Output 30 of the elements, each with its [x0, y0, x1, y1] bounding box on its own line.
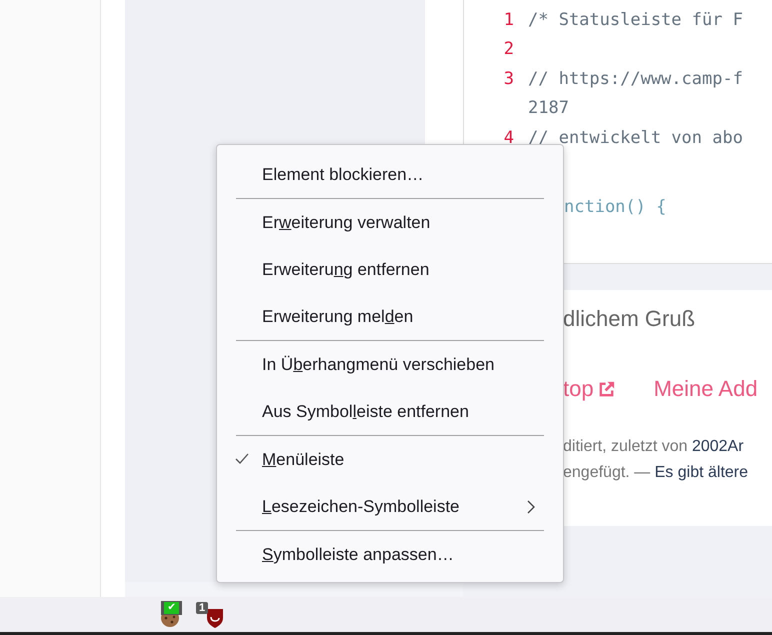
menu-item[interactable]: Symbolleiste anpassen… — [217, 531, 563, 578]
link[interactable]: Es gibt ältere — [654, 464, 748, 481]
line-number: 1 — [504, 10, 514, 30]
code-line: // https://www.camp-f — [528, 68, 743, 89]
line-number: 2 — [504, 39, 514, 60]
status-badge: ✔ — [161, 600, 182, 614]
checkmark-icon — [235, 453, 249, 465]
shield-icon[interactable] — [207, 608, 223, 628]
code-line: // entwickelt von abo — [528, 128, 743, 148]
menu-item[interactable]: Erweiterung entfernen — [217, 246, 563, 293]
code-line: nction() { — [564, 196, 666, 216]
menu-item[interactable]: Element blockieren… — [217, 151, 563, 198]
meta-text: engefügt. — — [563, 464, 652, 481]
link[interactable]: 2002Ar — [692, 438, 744, 455]
chevron-right-icon — [527, 500, 535, 514]
line-number: 4 — [504, 128, 514, 148]
menu-item[interactable]: Aus Symbolleiste entfernen — [217, 388, 563, 435]
meta-text: ditiert, zuletzt von — [563, 438, 688, 455]
greeting-text: dlichem Gruß — [563, 306, 696, 332]
menu-item[interactable]: Menüleiste — [217, 436, 563, 483]
count-badge: 1 — [196, 602, 208, 614]
menu-item[interactable]: Lesezeichen-Symbolleiste — [217, 483, 563, 530]
line-number: 3 — [504, 68, 514, 89]
code-line: /* Statusleiste für F — [528, 10, 743, 30]
cookie-icon[interactable] — [160, 614, 180, 626]
menu-item[interactable]: Erweiterung verwalten — [217, 199, 563, 246]
code-line: 2187 — [528, 98, 569, 118]
menu-item[interactable]: In Überhangmenü verschieben — [217, 341, 563, 388]
menu-item[interactable]: Erweiterung melden — [217, 293, 563, 340]
external-link-icon — [596, 380, 616, 398]
